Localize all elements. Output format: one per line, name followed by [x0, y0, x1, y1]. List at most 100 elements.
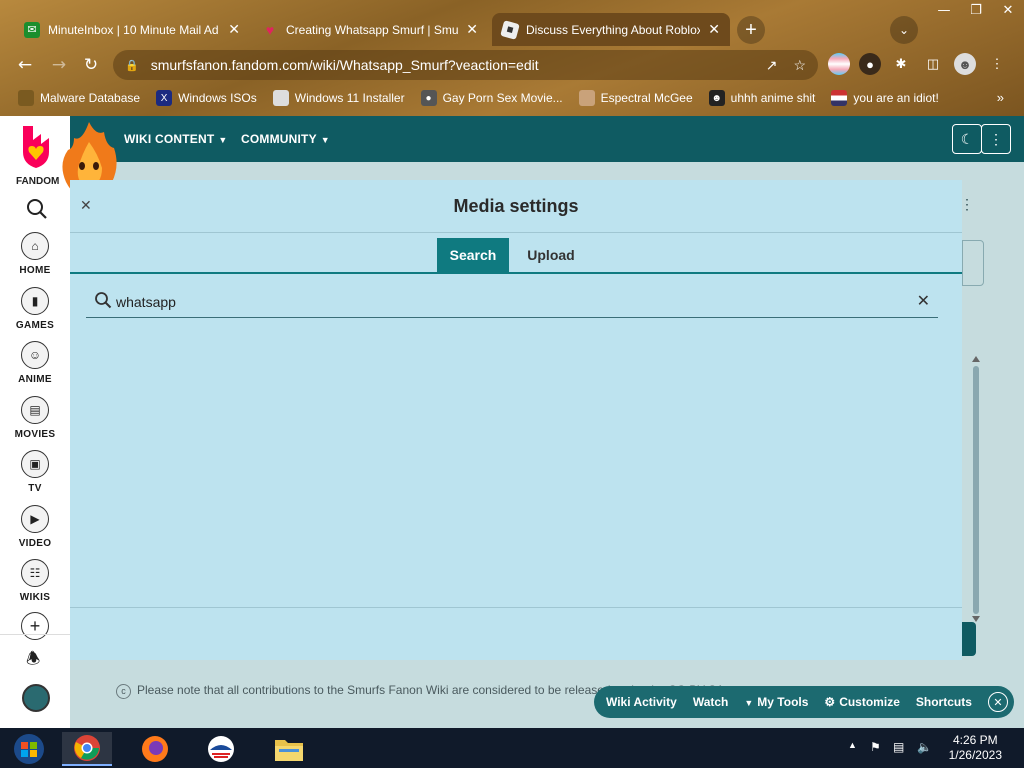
page-edge-panel — [962, 240, 984, 286]
extension-flag-icon[interactable] — [828, 53, 850, 75]
bookmark-windows-isos[interactable]: X Windows ISOs — [156, 90, 257, 106]
tab-creating-whatsapp-smurf[interactable]: ♥ Creating Whatsapp Smurf | Smur ✕ — [252, 13, 488, 46]
bookmark-windows11-installer[interactable]: Windows 11 Installer — [272, 90, 405, 106]
network-icon[interactable]: ▤ — [893, 740, 904, 754]
side-panel-icon[interactable]: ◫ — [922, 53, 944, 75]
bookmarks-overflow-icon[interactable]: » — [997, 90, 1004, 105]
extension-avatar-icon[interactable]: ● — [859, 53, 881, 75]
page-icon — [272, 90, 289, 106]
rail-wikis[interactable]: ☷ WIKIS — [0, 559, 70, 603]
action-center-flag-icon[interactable]: ⚑ — [870, 740, 881, 754]
wiki-content-menu[interactable]: WIKI CONTENT ▼ — [124, 132, 228, 146]
tab-title: Discuss Everything About Roblox — [526, 22, 701, 37]
watch-link[interactable]: Watch — [693, 695, 729, 709]
tab-underline — [70, 272, 962, 274]
rail-movies[interactable]: ▤ MOVIES — [0, 396, 70, 440]
close-tab-icon[interactable]: ✕ — [228, 22, 240, 38]
chrome-icon — [74, 735, 100, 761]
results-scrollbar[interactable] — [970, 354, 982, 624]
forward-icon[interactable]: → — [48, 54, 70, 76]
url-text: smurfsfanon.fandom.com/wiki/Whatsapp_Smu… — [150, 57, 539, 73]
kebab-icon: ⋮ — [989, 130, 1003, 147]
system-clock[interactable]: 4:26 PM 1/26/2023 — [949, 733, 1002, 763]
close-window-icon[interactable]: ✕ — [992, 0, 1024, 20]
customize-link[interactable]: ⚙ Customize — [824, 695, 899, 709]
close-tab-icon[interactable]: ✕ — [466, 22, 478, 38]
rail-games[interactable]: ▮ GAMES — [0, 287, 70, 331]
more-actions-button[interactable]: ⋮ — [981, 124, 1011, 154]
gamepad-icon: ▮ — [21, 287, 49, 315]
rail-home[interactable]: ⌂ HOME — [0, 232, 70, 276]
my-tools-menu[interactable]: ▼ My Tools — [744, 695, 808, 709]
bookmark-malware-database[interactable]: Malware Database — [18, 90, 140, 106]
start-button[interactable] — [4, 732, 54, 766]
taskbar-firefox[interactable] — [130, 732, 180, 766]
bookmark-anime[interactable]: ☻ uhhh anime shit — [708, 90, 815, 106]
cc-license-icon: c — [116, 684, 131, 699]
window-controls: — ❐ ✕ — [928, 0, 1024, 20]
tab-upload[interactable]: Upload — [517, 238, 585, 272]
clear-search-icon[interactable]: ✕ — [917, 291, 930, 310]
close-tab-icon[interactable]: ✕ — [708, 22, 720, 38]
mail-icon: ✉ — [24, 21, 40, 38]
dark-mode-toggle[interactable]: ☾ — [952, 124, 982, 154]
media-search-input[interactable] — [116, 291, 896, 313]
tv-icon: ▣ — [21, 450, 49, 478]
wiki-top-nav: ▼ WIKI CONTENT▼ COMMUNITY▼ ☾ ⋮ — [70, 116, 1024, 162]
fandom-logo-icon[interactable] — [19, 124, 53, 170]
tab-search[interactable]: Search — [437, 238, 509, 272]
minimize-icon[interactable]: — — [928, 0, 960, 20]
roblox-icon: ■ — [500, 19, 520, 40]
wiki-activity-link[interactable]: Wiki Activity — [606, 695, 677, 709]
shortcuts-link[interactable]: Shortcuts — [916, 695, 972, 709]
clock-date: 1/26/2023 — [948, 748, 1002, 762]
bookmark-star-icon[interactable]: ☆ — [793, 57, 806, 74]
address-bar[interactable]: 🔒 smurfsfanon.fandom.com/wiki/Whatsapp_S… — [113, 50, 818, 80]
flag-icon — [831, 90, 848, 106]
caret-icon: ▼ — [744, 698, 754, 708]
taskbar-file-explorer[interactable] — [264, 732, 314, 766]
tab-roblox[interactable]: ■ Discuss Everything About Roblox ✕ — [492, 13, 730, 46]
folder-icon — [275, 740, 303, 761]
new-tab-button[interactable]: + — [737, 16, 765, 44]
extensions-puzzle-icon[interactable]: ✱ — [890, 53, 912, 75]
fandom-page: ▼ WIKI CONTENT▼ COMMUNITY▼ ☾ ⋮ ⋮ FANDOM … — [0, 116, 1024, 728]
tab-minuteinbox[interactable]: ✉ MinuteInbox | 10 Minute Mail Ad ✕ — [14, 13, 250, 46]
profile-icon[interactable]: ☻ — [954, 53, 976, 75]
bookmark-you-are-an-idiot[interactable]: you are an idiot! — [831, 90, 939, 106]
rail-add[interactable]: + — [0, 612, 70, 640]
dialog-footer-divider — [70, 607, 962, 608]
plus-icon: + — [21, 612, 49, 640]
windows-taskbar: ▲ ⚑ ▤ 🔈 4:26 PM 1/26/2023 — [0, 728, 1024, 768]
book-icon: ☷ — [21, 559, 49, 587]
maximize-icon[interactable]: ❐ — [960, 0, 992, 20]
share-icon[interactable]: ↗ — [766, 57, 778, 74]
back-icon[interactable]: ← — [14, 54, 36, 76]
volume-icon[interactable]: 🔈 — [917, 740, 932, 754]
notifications-bell-icon[interactable]: 🕭 — [26, 648, 40, 675]
browser-chrome: — ❐ ✕ ✉ MinuteInbox | 10 Minute Mail Ad … — [0, 0, 1024, 116]
close-toolbar-icon[interactable]: ✕ — [988, 692, 1008, 712]
reload-icon[interactable]: ↻ — [80, 54, 102, 76]
face-icon — [578, 90, 595, 106]
menu-dots-icon[interactable]: ⋮ — [986, 53, 1008, 75]
media-search-row: ✕ — [86, 288, 938, 318]
community-menu[interactable]: COMMUNITY ▼ — [241, 132, 330, 146]
tab-search-button[interactable]: ⌄ — [890, 16, 918, 44]
rail-tv[interactable]: ▣ TV — [0, 450, 70, 494]
dialog-action-button-edge[interactable] — [962, 622, 976, 656]
bookmarks-bar: Malware Database X Windows ISOs Windows … — [0, 85, 1024, 111]
play-icon: ▶ — [21, 505, 49, 533]
rail-anime[interactable]: ☺ ANIME — [0, 341, 70, 385]
page-options-icon[interactable]: ⋮ — [960, 196, 974, 213]
bookmark-espectral-mcgee[interactable]: Espectral McGee — [578, 90, 693, 106]
bookmark-gay-porn[interactable]: ● Gay Porn Sex Movie... — [420, 90, 563, 106]
taskbar-obama-app[interactable] — [196, 732, 246, 766]
taskbar-chrome[interactable] — [62, 732, 112, 766]
tray-expand-icon[interactable]: ▲ — [848, 740, 857, 750]
firefox-icon — [142, 736, 168, 762]
rail-video[interactable]: ▶ VIDEO — [0, 505, 70, 549]
user-avatar[interactable] — [22, 684, 50, 712]
windows-start-icon — [14, 734, 44, 764]
search-icon[interactable] — [26, 198, 48, 220]
